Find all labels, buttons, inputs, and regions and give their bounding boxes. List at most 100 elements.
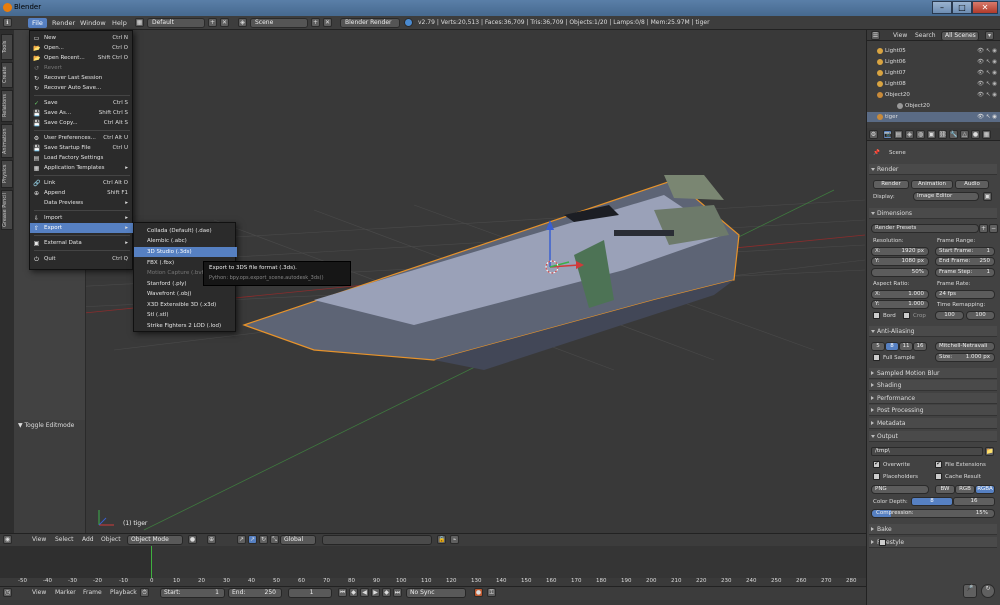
tab-relations[interactable]: Relations <box>1 90 13 122</box>
export-3ds[interactable]: 3D Studio (.3ds) <box>134 247 237 257</box>
modifiers-tab-icon[interactable]: 🔧 <box>949 130 958 139</box>
scale-icon[interactable]: ⤡ <box>270 535 279 544</box>
visibility-icons[interactable]: 👁 ↖ ◉ <box>977 79 997 89</box>
texture-tab-icon[interactable]: ▦ <box>982 130 991 139</box>
tab-tools[interactable]: Tools <box>1 34 13 60</box>
jump-end-icon[interactable]: ⏭ <box>393 588 402 597</box>
start-frame-field[interactable]: Start: 1 <box>160 588 225 598</box>
render-animation-button[interactable]: Animation <box>911 180 953 189</box>
render-tab-icon[interactable]: 📷 <box>883 130 892 139</box>
menu-item-open-recent[interactable]: 📂 Open Recent... Shift Ctrl O <box>30 53 134 63</box>
refresh-icon[interactable]: ↻ <box>981 584 995 598</box>
aspect-y-field[interactable]: Y: 1.000 <box>871 300 929 309</box>
render-engine-select[interactable]: Blender Render <box>340 18 400 28</box>
menu-item-external-data[interactable]: ▣ External Data ▸ <box>30 238 134 248</box>
color-bw-button[interactable]: BW <box>935 485 955 494</box>
tab-animation[interactable]: Animation <box>1 124 13 158</box>
outliner-item[interactable]: Object20 👁 ↖ ◉ <box>867 90 1000 100</box>
properties-editor-icon[interactable]: ⚙ <box>869 130 878 139</box>
object-tab-icon[interactable]: ▣ <box>927 130 936 139</box>
constraints-tab-icon[interactable]: ⛓ <box>938 130 947 139</box>
menu-item-application-templates[interactable]: ▦ Application Templates ▸ <box>30 163 134 173</box>
visibility-icons[interactable]: 👁 ↖ ◉ <box>977 46 997 56</box>
panel-freestyle[interactable]: Freestyle <box>869 537 997 548</box>
crop-checkbox[interactable] <box>903 312 910 319</box>
file-extensions-checkbox[interactable] <box>935 459 942 468</box>
snap-icon[interactable]: ⌁ <box>450 535 459 544</box>
export-collada[interactable]: Collada (Default) (.dae) <box>134 226 237 236</box>
menu-item-save[interactable]: ✓ Save Ctrl S <box>30 98 134 108</box>
preview-range-icon[interactable]: ⏱ <box>140 588 149 597</box>
toggle-editmode-label[interactable]: ▼ Toggle Editmode <box>18 422 74 429</box>
menu-item-open[interactable]: 📂 Open... Ctrl O <box>30 43 134 53</box>
placeholders-checkbox[interactable] <box>873 473 880 480</box>
add-preset-icon[interactable]: + <box>979 224 988 233</box>
menu-item-quit[interactable]: ⏻ Quit Ctrl Q <box>30 254 134 264</box>
display-mode-select[interactable]: All Scenes <box>941 31 979 41</box>
current-frame-field[interactable]: 1 <box>288 588 332 598</box>
frame-rate-select[interactable]: 24 fps <box>935 290 995 299</box>
panel-dimensions-header[interactable]: Dimensions <box>869 208 997 219</box>
play-reverse-icon[interactable]: ◀ <box>360 588 369 597</box>
aa-filter-select[interactable]: Mitchell-Netravali <box>935 342 995 351</box>
tab-create[interactable]: Create <box>1 62 13 88</box>
freestyle-checkbox[interactable] <box>879 539 886 546</box>
layer-buttons[interactable] <box>322 535 432 545</box>
menu-item-append[interactable]: ⊕ Append Shift F1 <box>30 188 134 198</box>
menu-item-load-factory-settings[interactable]: ▤ Load Factory Settings <box>30 153 134 163</box>
menu-search[interactable]: Search <box>915 32 936 39</box>
audio-button[interactable]: Audio <box>955 180 989 189</box>
add-scene-icon[interactable]: + <box>311 18 320 27</box>
menu-item-save-copy[interactable]: 💾 Save Copy... Ctrl Alt S <box>30 118 134 128</box>
frame-step-field[interactable]: Frame Step: 1 <box>935 268 995 277</box>
outliner-item[interactable]: Light06 👁 ↖ ◉ <box>867 57 1000 67</box>
lock-interface-icon[interactable]: ▣ <box>983 192 992 201</box>
export-x3d[interactable]: X3D Extensible 3D (.x3d) <box>134 300 237 310</box>
end-frame-field[interactable]: End: 250 <box>228 588 282 598</box>
close-button[interactable]: ✕ <box>972 1 998 14</box>
output-path-field[interactable]: /tmp\ <box>871 447 983 456</box>
translate-icon[interactable]: ↗ <box>248 535 257 544</box>
shading-icon[interactable]: ● <box>188 535 197 544</box>
color-rgb-button[interactable]: RGB <box>955 485 975 494</box>
editor-type-icon[interactable]: ℹ <box>3 18 12 27</box>
play-icon[interactable]: ▶ <box>371 588 380 597</box>
overwrite-checkbox[interactable] <box>873 459 880 468</box>
record-icon[interactable]: ● <box>474 588 483 597</box>
outliner-item[interactable]: Light07 👁 ↖ ◉ <box>867 68 1000 78</box>
menu-playback[interactable]: Playback <box>110 589 137 596</box>
color-depth-16-button[interactable]: 16 <box>953 497 995 506</box>
remap-new-field[interactable]: 100 <box>966 311 995 320</box>
panel-output-header[interactable]: Output <box>869 431 997 442</box>
menu-view[interactable]: View <box>893 32 907 39</box>
outliner-item[interactable]: Light08 👁 ↖ ◉ <box>867 79 1000 89</box>
add-layout-icon[interactable]: + <box>208 18 217 27</box>
layout-select[interactable]: Default <box>147 18 205 28</box>
remove-scene-icon[interactable]: ✕ <box>323 18 332 27</box>
menu-file[interactable]: File <box>28 18 47 28</box>
render-layers-tab-icon[interactable]: ▤ <box>894 130 903 139</box>
world-tab-icon[interactable]: ◍ <box>916 130 925 139</box>
visibility-icons[interactable]: 👁 ↖ ◉ <box>977 90 997 100</box>
resolution-y-field[interactable]: Y: 1080 px <box>871 257 929 266</box>
orientation-select[interactable]: Global <box>280 535 316 545</box>
aa-samples-11[interactable]: 11 <box>899 342 913 351</box>
menu-help[interactable]: Help <box>108 18 131 28</box>
manipulator-icon[interactable]: ↗ <box>237 535 246 544</box>
jump-start-icon[interactable]: ⏮ <box>338 588 347 597</box>
menu-item-import[interactable]: ⇩ Import ▸ <box>30 213 134 223</box>
menu-view[interactable]: View <box>32 536 46 543</box>
remap-old-field[interactable]: 100 <box>935 311 964 320</box>
menu-item-new[interactable]: ▭ New Ctrl N <box>30 33 134 43</box>
menu-select[interactable]: Select <box>55 536 74 543</box>
outliner-item[interactable]: Light05 👁 ↖ ◉ <box>867 46 1000 56</box>
compression-slider[interactable]: Compression: 15% <box>871 509 995 518</box>
panel-post-processing[interactable]: Post Processing <box>869 405 997 416</box>
remove-layout-icon[interactable]: ✕ <box>220 18 229 27</box>
menu-item-user-preferences[interactable]: ⚙ User Preferences... Ctrl Alt U <box>30 133 134 143</box>
tab-physics[interactable]: Physics <box>1 160 13 188</box>
aspect-x-field[interactable]: X: 1.000 <box>871 290 929 299</box>
render-button[interactable]: Render <box>873 180 909 189</box>
pivot-icon[interactable]: ⊕ <box>207 535 216 544</box>
menu-item-export[interactable]: ⇧ Export ▸ <box>30 223 134 233</box>
